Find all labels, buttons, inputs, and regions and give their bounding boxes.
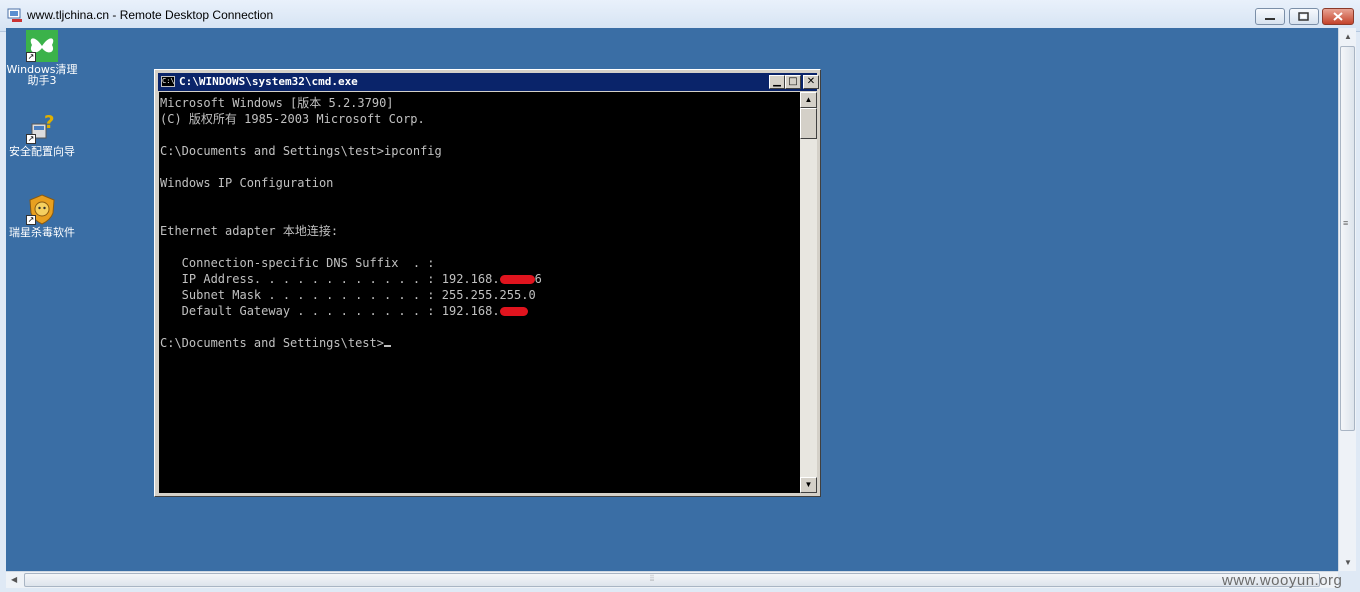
close-icon — [1333, 12, 1343, 21]
console-line: Connection-specific DNS Suffix . : — [160, 256, 435, 270]
scroll-down-button[interactable]: ▼ — [800, 477, 817, 493]
minimize-icon: ▁ — [773, 76, 781, 87]
maximize-icon: □ — [788, 76, 798, 87]
console-line: Ethernet adapter 本地连接: — [160, 224, 339, 238]
svg-text:?: ? — [44, 112, 54, 133]
restore-icon — [1298, 12, 1309, 21]
arrow-up-icon: ▲ — [804, 95, 813, 104]
cmd-title-bar[interactable]: C:\ C:\WINDOWS\system32\cmd.exe ▁ □ ✕ — [158, 73, 819, 91]
scroll-up-button[interactable]: ▲ — [800, 92, 817, 108]
cmd-window-title: C:\WINDOWS\system32\cmd.exe — [179, 75, 358, 88]
console-icon: C:\ — [161, 76, 175, 87]
desktop-icon-security-wizard[interactable]: ? ↗ 安全配置向导 — [6, 112, 78, 157]
desktop-icon-rising-antivirus[interactable]: ↗ 瑞星杀毒软件 — [6, 193, 78, 238]
scrollbar-thumb[interactable] — [800, 108, 817, 139]
console-line: C:\Documents and Settings\test> — [160, 336, 384, 350]
minimize-button[interactable] — [1255, 8, 1285, 25]
desktop-icon-label: 瑞星杀毒软件 — [9, 226, 75, 239]
cmd-vertical-scrollbar[interactable]: ▲ ▼ — [800, 92, 817, 493]
scrollbar-thumb[interactable] — [1340, 46, 1355, 431]
console-line: Subnet Mask . . . . . . . . . . . : 255.… — [160, 288, 536, 302]
console-line: (C) 版权所有 1985-2003 Microsoft Corp. — [160, 112, 425, 126]
redaction-mark — [499, 307, 528, 316]
rdp-window-title: www.tljchina.cn - Remote Desktop Connect… — [27, 8, 274, 22]
console-line: IP Address. . . . . . . . . . . . : 192.… — [160, 272, 500, 286]
shortcut-arrow-icon: ↗ — [26, 134, 36, 144]
remote-desktop-icon — [7, 8, 22, 22]
text-cursor — [383, 345, 391, 347]
minimize-icon — [1265, 18, 1275, 20]
watermark: www.wooyun.org — [1222, 572, 1343, 589]
ip-tail: 6 — [534, 272, 542, 286]
rdp-vertical-scrollbar[interactable]: ▲ ≡ ▼ — [1338, 28, 1356, 571]
restore-button[interactable] — [1289, 8, 1319, 25]
console-line: Windows IP Configuration — [160, 176, 334, 190]
arrow-left-icon[interactable]: ◀ — [11, 576, 17, 584]
close-icon: ✕ — [806, 76, 816, 87]
redaction-mark — [499, 275, 535, 284]
console-line: Microsoft Windows [版本 5.2.3790] — [160, 96, 394, 110]
shortcut-arrow-icon: ↗ — [26, 52, 36, 62]
cmd-window[interactable]: C:\ C:\WINDOWS\system32\cmd.exe ▁ □ ✕ Mi… — [154, 69, 821, 497]
rdp-horizontal-scrollbar[interactable]: ◀ ⦙⦙ — [6, 571, 1338, 588]
desktop-icon-windows-cleaner[interactable]: ↗ Windows清理助手3 — [6, 30, 78, 86]
close-button[interactable] — [1322, 8, 1354, 25]
arrow-down-icon: ▼ — [804, 480, 813, 489]
grip-icon: ⦙⦙ — [650, 573, 655, 583]
grip-icon: ≡ — [1343, 218, 1349, 228]
desktop-icon-label: Windows清理助手3 — [6, 63, 78, 87]
cmd-minimize-button[interactable]: ▁ — [769, 75, 785, 89]
shortcut-arrow-icon: ↗ — [26, 215, 36, 225]
console-line: Default Gateway . . . . . . . . . : 192.… — [160, 304, 500, 318]
cmd-maximize-button[interactable]: □ — [785, 75, 801, 89]
console-output[interactable]: Microsoft Windows [版本 5.2.3790] (C) 版权所有… — [159, 92, 800, 493]
scrollbar-thumb[interactable] — [24, 573, 1320, 587]
desktop-icon-label: 安全配置向导 — [9, 145, 75, 158]
arrow-up-icon[interactable]: ▲ — [1344, 33, 1352, 41]
arrow-down-icon[interactable]: ▼ — [1344, 559, 1352, 567]
console-line: C:\Documents and Settings\test>ipconfig — [160, 144, 442, 158]
cmd-close-button[interactable]: ✕ — [803, 75, 819, 89]
